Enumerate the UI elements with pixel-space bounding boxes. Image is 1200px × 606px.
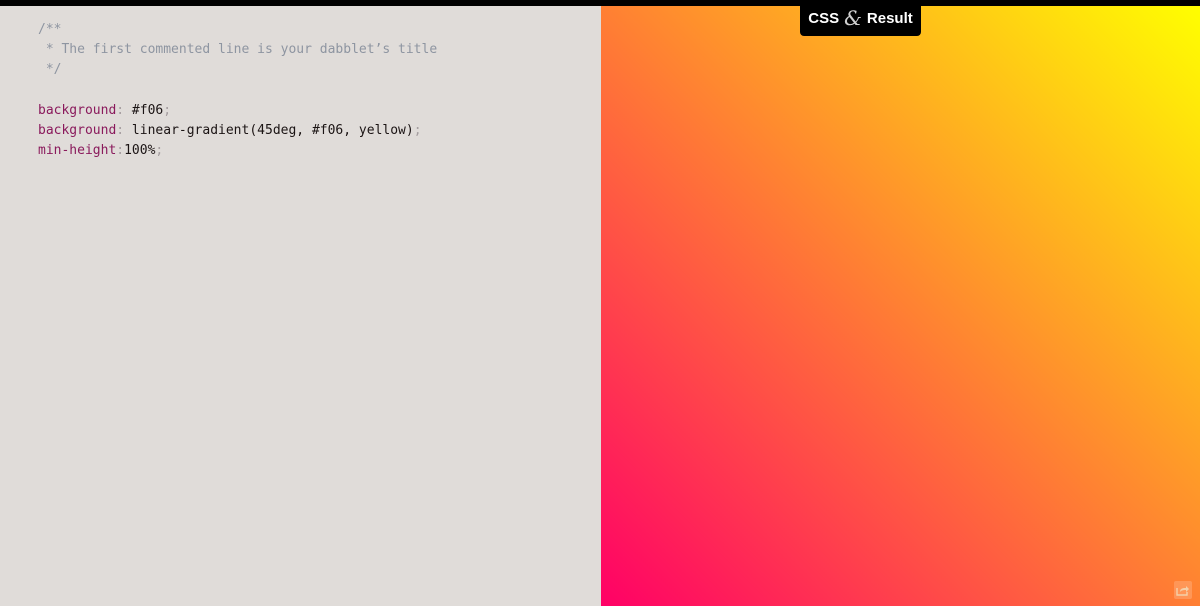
css-code[interactable]: /** * The first commented line is your d… — [38, 20, 437, 161]
colon: : — [116, 143, 125, 159]
result-preview-pane — [601, 6, 1200, 606]
semicolon: ; — [163, 102, 172, 118]
code-line-3: */ — [38, 60, 437, 80]
code-line-7: min-height:100%; — [38, 141, 437, 161]
property-value: linear-gradient(45deg, #f06, yellow) — [124, 122, 414, 138]
code-line-1: /** — [38, 20, 437, 40]
share-button[interactable] — [1174, 581, 1192, 599]
property-value: 100% — [124, 143, 156, 159]
dabblet-app: /** * The first commented line is your d… — [0, 6, 1200, 606]
property-name: background — [38, 122, 117, 138]
css-mode-label[interactable]: CSS — [808, 10, 839, 27]
view-mode-switch[interactable]: CSS & Result — [800, 0, 921, 36]
property-name: background — [38, 102, 117, 118]
comment-title: * The first commented line is your dabbl… — [38, 42, 438, 58]
semicolon: ; — [155, 143, 164, 159]
result-mode-label[interactable]: Result — [867, 10, 913, 27]
code-line-5: background: #f06; — [38, 101, 437, 121]
code-line-6: background: linear-gradient(45deg, #f06,… — [38, 121, 437, 141]
ampersand: & — [844, 6, 862, 30]
property-name: min-height — [38, 143, 117, 159]
comment-close: */ — [38, 62, 62, 78]
colon: : — [116, 122, 125, 138]
share-icon — [1176, 586, 1189, 596]
code-line-2: * The first commented line is your dabbl… — [38, 40, 437, 60]
property-value: #f06 — [124, 102, 164, 118]
semicolon: ; — [413, 122, 422, 138]
colon: : — [116, 102, 125, 118]
css-editor-pane[interactable]: /** * The first commented line is your d… — [0, 6, 601, 606]
comment-open: /** — [38, 22, 62, 37]
